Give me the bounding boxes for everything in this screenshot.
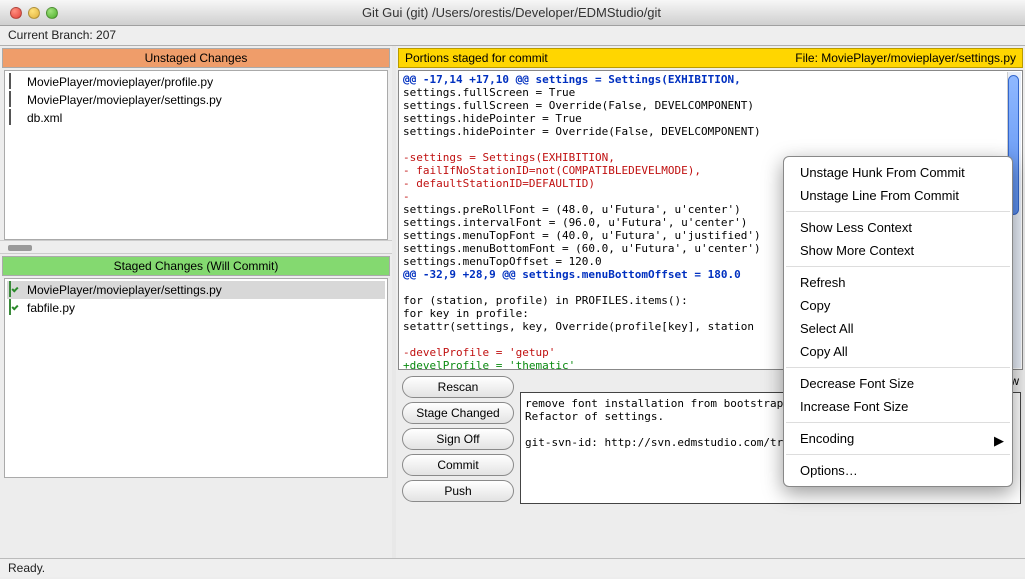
file-path: db.xml: [27, 111, 62, 125]
status-text: Ready.: [8, 561, 45, 575]
diff-line[interactable]: settings.hidePointer = True: [403, 112, 1018, 125]
pane-divider[interactable]: [0, 240, 392, 254]
menu-item-select-all[interactable]: Select All: [784, 317, 1012, 340]
menu-item-increase-font-size[interactable]: Increase Font Size: [784, 395, 1012, 418]
menu-item-show-more-context[interactable]: Show More Context: [784, 239, 1012, 262]
signoff-button[interactable]: Sign Off: [402, 428, 514, 450]
context-menu[interactable]: Unstage Hunk From CommitUnstage Line Fro…: [783, 156, 1013, 487]
menu-item-refresh[interactable]: Refresh: [784, 271, 1012, 294]
diff-line[interactable]: settings.fullScreen = True: [403, 86, 1018, 99]
push-button[interactable]: Push: [402, 480, 514, 502]
branch-bar: Current Branch: 207: [0, 26, 1025, 46]
close-icon[interactable]: [10, 7, 22, 19]
window-title: Git Gui (git) /Users/orestis/Developer/E…: [58, 5, 965, 20]
menu-separator: [786, 211, 1010, 212]
file-path: MoviePlayer/movieplayer/settings.py: [27, 93, 222, 107]
menu-item-unstage-line-from-commit[interactable]: Unstage Line From Commit: [784, 184, 1012, 207]
diff-header: Portions staged for commit File: MoviePl…: [398, 48, 1023, 68]
minimize-icon[interactable]: [28, 7, 40, 19]
file-path: MoviePlayer/movieplayer/settings.py: [27, 283, 222, 297]
staged-list[interactable]: MoviePlayer/movieplayer/settings.py fabfi…: [4, 278, 388, 478]
file-item[interactable]: db.xml: [7, 109, 385, 127]
diff-header-left: Portions staged for commit: [405, 51, 548, 65]
diff-line[interactable]: settings.fullScreen = Override(False, DE…: [403, 99, 1018, 112]
stage-changed-button[interactable]: Stage Changed: [402, 402, 514, 424]
file-item[interactable]: fabfile.py: [7, 299, 385, 317]
left-column: Unstaged Changes MoviePlayer/movieplayer…: [0, 46, 396, 558]
branch-label: Current Branch:: [8, 28, 93, 42]
menu-item-copy[interactable]: Copy: [784, 294, 1012, 317]
file-path: MoviePlayer/movieplayer/profile.py: [27, 75, 213, 89]
window-traffic-lights: [0, 7, 58, 19]
diff-line[interactable]: settings.hidePointer = Override(False, D…: [403, 125, 1018, 138]
check-icon[interactable]: [9, 282, 23, 298]
file-icon[interactable]: [9, 74, 23, 90]
diff-line[interactable]: [403, 138, 1018, 151]
commit-button[interactable]: Commit: [402, 454, 514, 476]
unstaged-header: Unstaged Changes: [2, 48, 390, 68]
zoom-icon[interactable]: [46, 7, 58, 19]
menu-item-unstage-hunk-from-commit[interactable]: Unstage Hunk From Commit: [784, 161, 1012, 184]
menu-item-options[interactable]: Options…: [784, 459, 1012, 482]
menu-separator: [786, 367, 1010, 368]
rescan-button[interactable]: Rescan: [402, 376, 514, 398]
staged-header: Staged Changes (Will Commit): [2, 256, 390, 276]
unstaged-list[interactable]: MoviePlayer/movieplayer/profile.py MovieP…: [4, 70, 388, 240]
chevron-right-icon: ▶: [994, 433, 1004, 449]
menu-item-decrease-font-size[interactable]: Decrease Font Size: [784, 372, 1012, 395]
file-plain-icon[interactable]: [9, 110, 23, 126]
file-path: fabfile.py: [27, 301, 75, 315]
window-titlebar: Git Gui (git) /Users/orestis/Developer/E…: [0, 0, 1025, 26]
menu-separator: [786, 266, 1010, 267]
file-icon[interactable]: [9, 92, 23, 108]
diff-header-right: File: MoviePlayer/movieplayer/settings.p…: [795, 51, 1016, 65]
menu-separator: [786, 422, 1010, 423]
menu-separator: [786, 454, 1010, 455]
file-item[interactable]: MoviePlayer/movieplayer/profile.py: [7, 73, 385, 91]
action-buttons: Rescan Stage Changed Sign Off Commit Pus…: [398, 372, 518, 506]
diff-line[interactable]: @@ -17,14 +17,10 @@ settings = Settings(…: [403, 73, 1018, 86]
menu-item-copy-all[interactable]: Copy All: [784, 340, 1012, 363]
menu-item-show-less-context[interactable]: Show Less Context: [784, 216, 1012, 239]
menu-item-encoding[interactable]: Encoding▶: [784, 427, 1012, 450]
file-item[interactable]: MoviePlayer/movieplayer/settings.py: [7, 91, 385, 109]
file-item[interactable]: MoviePlayer/movieplayer/settings.py: [7, 281, 385, 299]
branch-value: 207: [96, 28, 116, 42]
status-bar: Ready.: [0, 558, 1025, 577]
check-icon[interactable]: [9, 300, 23, 316]
